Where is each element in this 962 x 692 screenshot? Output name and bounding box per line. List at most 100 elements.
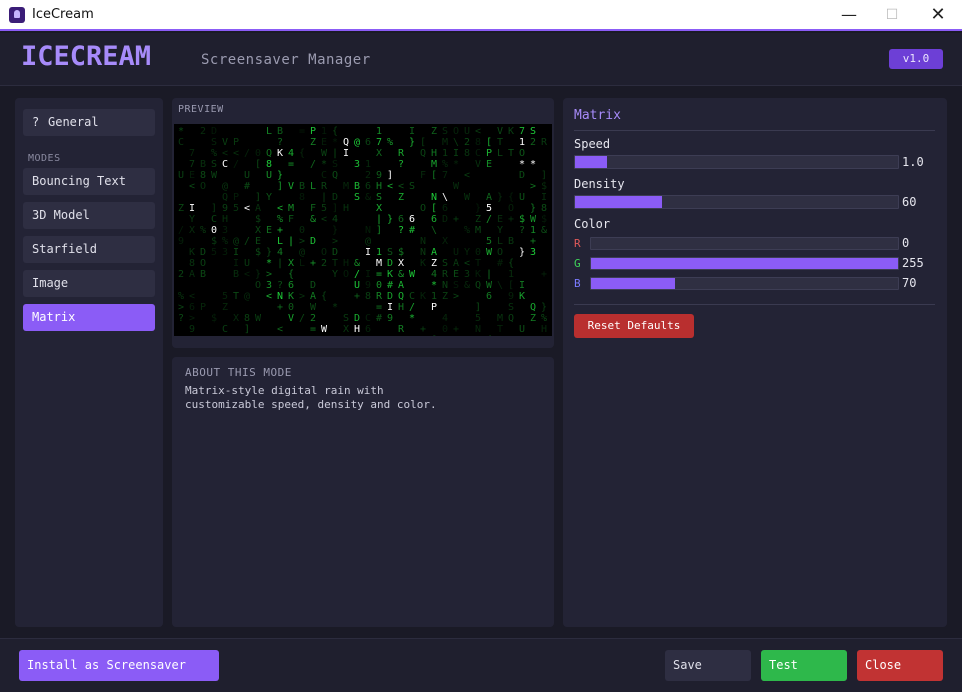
matrix-glyph: 3 (354, 159, 360, 170)
matrix-glyph: S (442, 258, 448, 269)
matrix-glyph: X (442, 236, 448, 247)
matrix-glyph: 3 (464, 269, 470, 280)
matrix-glyph: $ (211, 236, 217, 247)
matrix-glyph: H (541, 324, 547, 335)
matrix-glyph: E (255, 236, 261, 247)
matrix-glyph: M (475, 225, 481, 236)
sidebar-item-3d-model[interactable]: 3D Model (23, 202, 155, 229)
matrix-glyph: & (464, 280, 470, 291)
app-icon (9, 7, 25, 23)
matrix-glyph: * (178, 126, 184, 137)
matrix-glyph: [ (431, 203, 437, 214)
matrix-glyph: % (464, 225, 470, 236)
sidebar-item-matrix[interactable]: Matrix (23, 304, 155, 331)
green-slider[interactable] (590, 257, 899, 270)
matrix-glyph: 2 (321, 258, 327, 269)
sidebar-item-general[interactable]: ? General (23, 109, 155, 136)
matrix-glyph: L (299, 258, 305, 269)
matrix-glyph: # (222, 335, 228, 336)
matrix-glyph: [ (420, 137, 426, 148)
save-button[interactable]: Save (665, 650, 751, 681)
matrix-glyph: H (343, 258, 349, 269)
matrix-glyph: 8 (189, 258, 195, 269)
matrix-glyph: X (255, 225, 261, 236)
matrix-glyph: F (310, 203, 316, 214)
matrix-glyph: $ (255, 247, 261, 258)
reset-defaults-button[interactable]: Reset Defaults (574, 314, 694, 338)
matrix-glyph: O (321, 247, 327, 258)
maximize-button[interactable]: ☐ (869, 0, 915, 30)
matrix-glyph: ] (376, 225, 382, 236)
matrix-glyph: $ (398, 247, 404, 258)
test-button[interactable]: Test (761, 650, 847, 681)
matrix-glyph: / (310, 159, 316, 170)
matrix-glyph: S (387, 247, 393, 258)
speed-slider[interactable] (574, 155, 899, 169)
install-screensaver-button[interactable]: Install as Screensaver (19, 650, 219, 681)
close-button[interactable]: Close (857, 650, 943, 681)
matrix-glyph: # (497, 258, 503, 269)
matrix-glyph: B (299, 181, 305, 192)
matrix-glyph: R (442, 269, 449, 280)
matrix-glyph: % (222, 236, 228, 247)
matrix-glyph: * (453, 159, 459, 170)
matrix-glyph: 5 (321, 203, 327, 214)
matrix-glyph: 4 (332, 214, 338, 225)
red-slider[interactable] (590, 237, 899, 250)
matrix-glyph: 7 (376, 137, 382, 148)
matrix-glyph: S (211, 137, 217, 148)
sidebar-item-starfield[interactable]: Starfield (23, 236, 155, 263)
matrix-glyph: K (508, 126, 514, 137)
matrix-glyph: > (453, 291, 459, 302)
matrix-glyph: M (343, 181, 349, 192)
matrix-glyph: S (442, 126, 448, 137)
matrix-glyph: 6 (398, 214, 404, 225)
matrix-glyph: K (420, 291, 426, 302)
matrix-glyph: 8 (475, 137, 481, 148)
blue-slider[interactable] (590, 277, 899, 290)
matrix-glyph: < (277, 203, 283, 214)
matrix-glyph: O (255, 280, 261, 291)
matrix-glyph: 9 (365, 280, 371, 291)
matrix-glyph: Y (189, 214, 195, 225)
matrix-glyph: Z (398, 335, 404, 336)
matrix-glyph: < (464, 258, 470, 269)
matrix-glyph: } (332, 225, 338, 236)
sidebar-item-image[interactable]: Image (23, 270, 155, 297)
matrix-glyph: } (519, 247, 525, 258)
green-value: 255 (902, 256, 924, 270)
matrix-glyph: Z (310, 137, 316, 148)
matrix-glyph: I (365, 247, 371, 258)
matrix-glyph: < (464, 170, 470, 181)
matrix-glyph: K (519, 291, 525, 302)
density-slider[interactable] (574, 195, 899, 209)
matrix-glyph: ] (541, 170, 547, 181)
matrix-glyph: 7 (189, 148, 195, 159)
window-close-button[interactable]: ✕ (915, 0, 961, 30)
matrix-glyph: < (189, 181, 195, 192)
matrix-glyph: I (409, 126, 415, 137)
matrix-glyph: N (475, 324, 481, 335)
matrix-glyph: % (442, 159, 448, 170)
matrix-glyph: & (354, 258, 360, 269)
matrix-glyph: N (365, 225, 371, 236)
matrix-glyph: 5 (486, 203, 492, 214)
matrix-glyph: + (354, 291, 360, 302)
matrix-glyph: $ (255, 214, 261, 225)
speed-value: 1.0 (902, 155, 924, 169)
matrix-glyph: K (420, 258, 426, 269)
matrix-glyph: { (486, 335, 492, 336)
matrix-glyph: 1 (376, 126, 382, 137)
matrix-glyph: W (486, 247, 493, 258)
blue-slider-fill (591, 278, 676, 289)
matrix-glyph: E (486, 159, 492, 170)
matrix-glyph: 3 (222, 247, 228, 258)
matrix-glyph: S (508, 302, 514, 313)
matrix-glyph: W (486, 280, 493, 291)
matrix-glyph: Z (398, 192, 404, 203)
matrix-glyph: @ (222, 181, 228, 192)
minimize-button[interactable]: — (826, 0, 872, 30)
matrix-glyph: > (178, 302, 184, 313)
matrix-glyph: 6 (365, 324, 371, 335)
sidebar-item-bouncing-text[interactable]: Bouncing Text (23, 168, 155, 195)
